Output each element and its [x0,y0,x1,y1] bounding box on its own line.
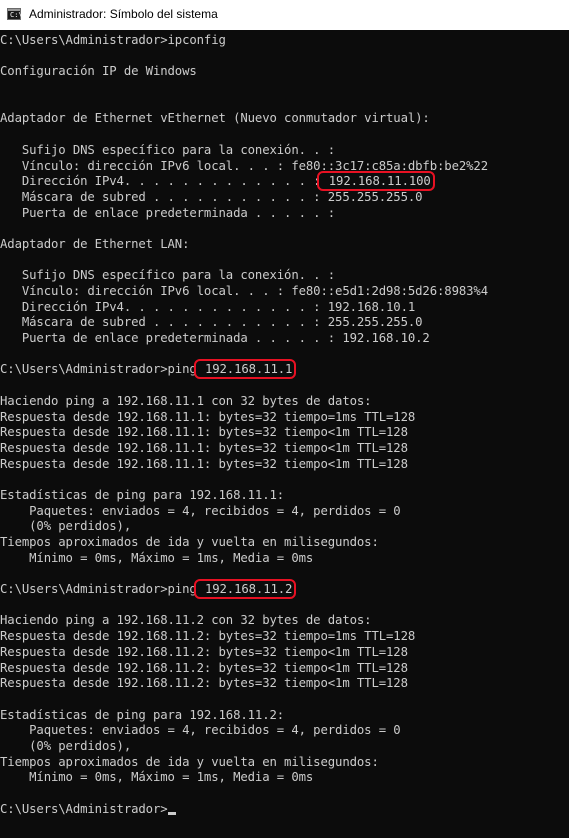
command-prompt-window: C:\ Administrador: Símbolo del sistema C… [0,0,569,838]
console-line-text: Adaptador de Ethernet vEthernet (Nuevo c… [0,111,430,126]
console-line: Haciendo ping a 192.168.11.1 con 32 byte… [0,394,488,410]
highlighted-address: 192.168.11.100 [317,171,435,192]
console-line-text: Respuesta desde 192.168.11.2: bytes=32 t… [0,660,408,675]
console-line: Mínimo = 0ms, Máximo = 1ms, Media = 0ms [0,551,488,567]
console-line-text: Tiempos aproximados de ida y vuelta en m… [0,535,379,549]
console-line: Respuesta desde 192.168.11.2: bytes=32 t… [0,676,488,692]
console-line-text: Respuesta desde 192.168.11.2: bytes=32 t… [0,629,416,644]
console-line-text: Haciendo ping a 192.168.11.1 con 32 byte… [0,393,372,408]
console-line: Puerta de enlace predeterminada . . . . … [0,331,488,347]
console-line: Respuesta desde 192.168.11.1: bytes=32 t… [0,457,488,473]
console-line-text: C:\Users\Administrador> [0,801,168,816]
console-line: C:\Users\Administrador>ping 192.168.11.2 [0,579,488,600]
highlighted-address: 192.168.11.2 [193,579,297,600]
console-lines: C:\Users\Administrador>ipconfig Configura… [0,33,488,817]
console-line: C:\Users\Administrador> [0,802,488,818]
terminal-icon: C:\ [7,8,23,20]
console-line: Dirección IPv4. . . . . . . . . . . . . … [0,171,488,192]
console-line-text: (0% perdidos), [0,738,132,753]
console-line: Respuesta desde 192.168.11.1: bytes=32 t… [0,425,488,441]
console-line-text: Respuesta desde 192.168.11.1: bytes=32 t… [0,456,408,471]
console-line-text: Vínculo: dirección IPv6 local. . . : fe8… [0,284,488,298]
console-line-text: Sufijo DNS específico para la conexión. … [0,142,336,157]
console-line: C:\Users\Administrador>ipconfig [0,33,488,49]
console-line: Respuesta desde 192.168.11.2: bytes=32 t… [0,645,488,661]
console-line-text: Mínimo = 0ms, Máximo = 1ms, Media = 0ms [0,550,314,565]
console-line: Estadísticas de ping para 192.168.11.1: [0,488,488,504]
text-cursor [167,811,176,815]
console-line: Puerta de enlace predeterminada . . . . … [0,206,488,222]
console-line-text: Mínimo = 0ms, Máximo = 1ms, Media = 0ms [0,770,314,785]
console-line-text: Puerta de enlace predeterminada . . . . … [0,331,430,346]
console-line-text: (0% perdidos), [0,519,132,534]
console-line-text: Puerta de enlace predeterminada . . . . … [0,205,336,220]
console-line-text: Estadísticas de ping para 192.168.11.2: [0,707,285,722]
terminal-icon-glyph: C:\ [10,11,23,19]
console-line-text: Máscara de subred . . . . . . . . . . . … [0,189,423,204]
console-output[interactable]: C:\Users\Administrador>ipconfig Configura… [0,31,569,838]
console-line-text: Dirección IPv4. . . . . . . . . . . . . … [0,174,321,189]
console-line: Estadísticas de ping para 192.168.11.2: [0,708,488,724]
console-line-text: Respuesta desde 192.168.11.1: bytes=32 t… [0,440,408,455]
title-bar[interactable]: C:\ Administrador: Símbolo del sistema [0,0,569,30]
console-line-text: C:\Users\Administrador>ping [0,362,197,377]
console-line-text: C:\Users\Administrador>ping [0,582,197,597]
console-line: Tiempos aproximados de ida y vuelta en m… [0,535,488,551]
console-line: Sufijo DNS específico para la conexión. … [0,143,488,159]
console-line-text: Paquetes: enviados = 4, recibidos = 4, p… [0,503,401,518]
console-line-text: Estadísticas de ping para 192.168.11.1: [0,487,285,502]
console-line: Dirección IPv4. . . . . . . . . . . . . … [0,300,488,316]
console-line-text: Configuración IP de Windows [0,64,197,79]
console-line-text: C:\Users\Administrador>ipconfig [0,33,226,47]
console-line: Configuración IP de Windows [0,64,488,80]
console-line: Respuesta desde 192.168.11.1: bytes=32 t… [0,410,488,426]
console-line: (0% perdidos), [0,519,488,535]
console-line: Mínimo = 0ms, Máximo = 1ms, Media = 0ms [0,770,488,786]
console-line-text: Respuesta desde 192.168.11.1: bytes=32 t… [0,425,408,440]
console-line-text: Tiempos aproximados de ida y vuelta en m… [0,754,379,769]
window-title: Administrador: Símbolo del sistema [29,7,218,21]
console-line: C:\Users\Administrador>ping 192.168.11.1 [0,359,488,380]
console-line: Paquetes: enviados = 4, recibidos = 4, p… [0,723,488,739]
console-line-text: Haciendo ping a 192.168.11.2 con 32 byte… [0,613,372,628]
console-line-text: Dirección IPv4. . . . . . . . . . . . . … [0,299,416,314]
console-line-text: Sufijo DNS específico para la conexión. … [0,268,336,283]
console-line-text: Vínculo: dirección IPv6 local. . . : fe8… [0,158,488,173]
console-line: Respuesta desde 192.168.11.1: bytes=32 t… [0,441,488,457]
console-line-text: Respuesta desde 192.168.11.1: bytes=32 t… [0,409,416,424]
console-line: Sufijo DNS específico para la conexión. … [0,268,488,284]
highlighted-address: 192.168.11.1 [193,359,297,380]
console-line: Vínculo: dirección IPv6 local. . . : fe8… [0,159,488,175]
console-line: Respuesta desde 192.168.11.2: bytes=32 t… [0,661,488,677]
console-line: Adaptador de Ethernet vEthernet (Nuevo c… [0,111,488,127]
console-line-text: Respuesta desde 192.168.11.2: bytes=32 t… [0,676,408,691]
console-line: Haciendo ping a 192.168.11.2 con 32 byte… [0,613,488,629]
console-line: Respuesta desde 192.168.11.2: bytes=32 t… [0,629,488,645]
console-line-text: Adaptador de Ethernet LAN: [0,236,190,251]
console-line: Máscara de subred . . . . . . . . . . . … [0,315,488,331]
console-line-text: Máscara de subred . . . . . . . . . . . … [0,315,423,330]
console-line: Tiempos aproximados de ida y vuelta en m… [0,755,488,771]
console-line: Adaptador de Ethernet LAN: [0,237,488,253]
console-line-text: Respuesta desde 192.168.11.2: bytes=32 t… [0,644,408,659]
console-line: Máscara de subred . . . . . . . . . . . … [0,190,488,206]
console-line: Paquetes: enviados = 4, recibidos = 4, p… [0,504,488,520]
console-line: (0% perdidos), [0,739,488,755]
console-line-text: Paquetes: enviados = 4, recibidos = 4, p… [0,723,401,738]
console-line: Vínculo: dirección IPv6 local. . . : fe8… [0,284,488,300]
